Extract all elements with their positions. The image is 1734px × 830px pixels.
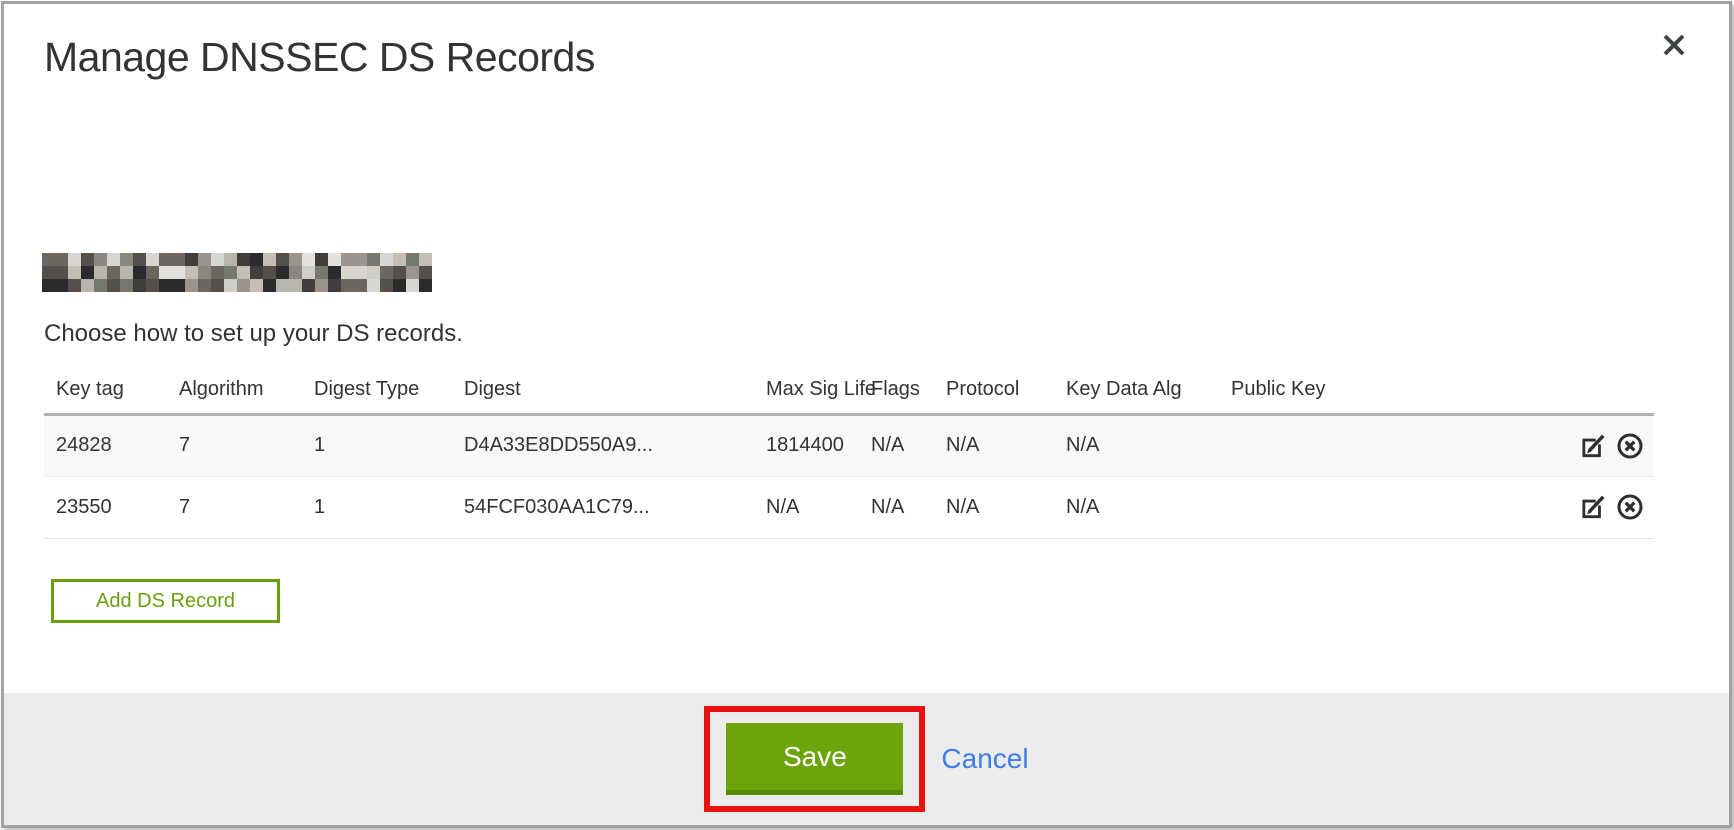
cell-max-sig-life: 1814400 [754, 414, 859, 476]
page-title: Manage DNSSEC DS Records [44, 34, 595, 81]
table-header-row: Key tag Algorithm Digest Type Digest Max… [44, 366, 1654, 414]
cell-key-tag: 24828 [44, 414, 167, 476]
edit-record-icon[interactable] [1579, 432, 1607, 460]
cancel-link[interactable]: Cancel [941, 743, 1028, 775]
col-header-public-key: Public Key [1219, 366, 1484, 414]
delete-record-icon[interactable] [1616, 432, 1644, 460]
cell-digest: 54FCF030AA1C79... [452, 476, 754, 538]
ds-records-table: Key tag Algorithm Digest Type Digest Max… [44, 366, 1654, 539]
cell-max-sig-life: N/A [754, 476, 859, 538]
cell-digest: D4A33E8DD550A9... [452, 414, 754, 476]
cell-digest-type: 1 [302, 476, 452, 538]
manage-dnssec-modal: Manage DNSSEC DS Records Choose how to s… [1, 1, 1732, 828]
col-header-key-tag: Key tag [44, 366, 167, 414]
redacted-domain-name [42, 253, 432, 292]
cell-digest-type: 1 [302, 414, 452, 476]
save-button[interactable]: Save [726, 723, 903, 795]
cell-key-data-alg: N/A [1054, 414, 1219, 476]
instruction-text: Choose how to set up your DS records. [44, 320, 463, 348]
x-glyph [1661, 32, 1687, 58]
cell-protocol: N/A [934, 414, 1054, 476]
cell-public-key [1219, 414, 1484, 476]
col-header-digest-type: Digest Type [302, 366, 452, 414]
annotation-highlight-save: Save [704, 706, 925, 812]
col-header-protocol: Protocol [934, 366, 1054, 414]
close-icon[interactable] [1657, 28, 1691, 62]
cell-public-key [1219, 476, 1484, 538]
cell-flags: N/A [859, 414, 934, 476]
table-row: 23550 7 1 54FCF030AA1C79... N/A N/A N/A … [44, 476, 1654, 538]
delete-record-icon[interactable] [1616, 493, 1644, 521]
cell-key-tag: 23550 [44, 476, 167, 538]
table-row: 24828 7 1 D4A33E8DD550A9... 1814400 N/A … [44, 414, 1654, 476]
cell-key-data-alg: N/A [1054, 476, 1219, 538]
col-header-algorithm: Algorithm [167, 366, 302, 414]
col-header-key-data-alg: Key Data Alg [1054, 366, 1219, 414]
cell-flags: N/A [859, 476, 934, 538]
cell-algorithm: 7 [167, 414, 302, 476]
cell-algorithm: 7 [167, 476, 302, 538]
modal-footer: Save Cancel [4, 693, 1729, 825]
col-header-max-sig-life: Max Sig Life [754, 366, 859, 414]
add-ds-record-button[interactable]: Add DS Record [51, 579, 280, 623]
cell-protocol: N/A [934, 476, 1054, 538]
col-header-flags: Flags [859, 366, 934, 414]
col-header-digest: Digest [452, 366, 754, 414]
edit-record-icon[interactable] [1579, 493, 1607, 521]
col-header-actions [1484, 366, 1654, 414]
